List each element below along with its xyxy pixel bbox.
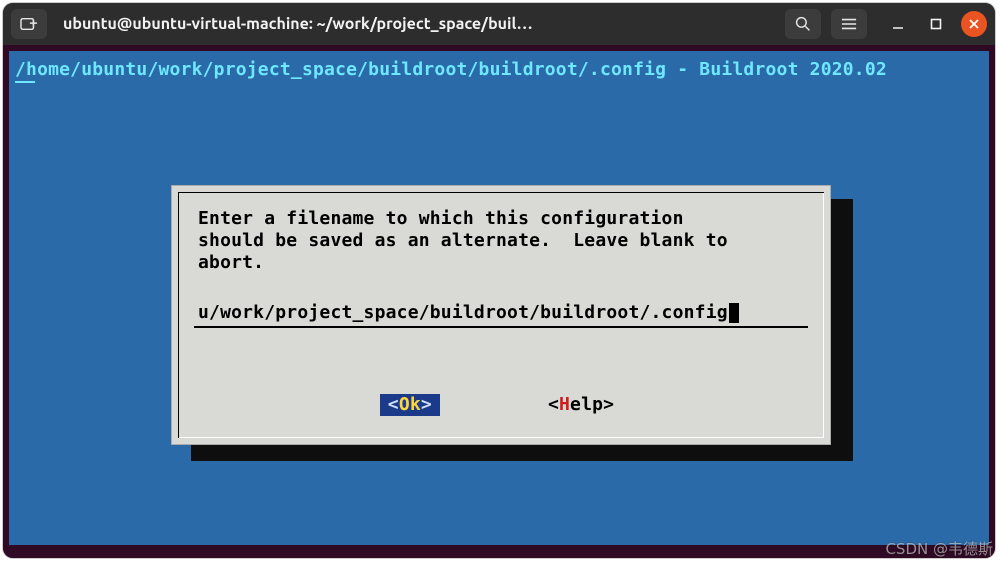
help-hotkey: H	[559, 394, 570, 416]
close-button[interactable]	[961, 11, 987, 37]
ok-bracket-left: <	[388, 394, 399, 416]
help-rest: elp	[570, 394, 603, 416]
window-title: ubuntu@ubuntu-virtual-machine: ~/work/pr…	[57, 15, 775, 33]
minimize-icon	[892, 18, 904, 30]
maximize-icon	[930, 18, 942, 30]
config-path-line: /home/ubuntu/work/project_space/buildroo…	[15, 59, 887, 81]
path-underline	[15, 81, 35, 83]
help-bracket-left: <	[548, 394, 559, 416]
input-underline	[194, 326, 808, 328]
ok-rest: k	[410, 394, 421, 416]
dialog-prompt: Enter a filename to which this configura…	[198, 208, 806, 274]
new-tab-icon	[20, 16, 38, 32]
help-bracket-right: >	[603, 394, 614, 416]
terminal-window: ubuntu@ubuntu-virtual-machine: ~/work/pr…	[3, 3, 995, 558]
menuconfig-screen: /home/ubuntu/work/project_space/buildroo…	[9, 51, 989, 545]
search-icon	[795, 16, 811, 32]
menu-icon	[841, 17, 857, 31]
text-cursor	[729, 303, 739, 323]
ok-button[interactable]: < Ok >	[380, 394, 440, 416]
help-button[interactable]: < Help >	[540, 394, 622, 416]
ok-hotkey: O	[399, 394, 410, 416]
watermark: CSDN @韦德斯	[885, 538, 993, 559]
dialog-buttons: < Ok > < Help >	[172, 394, 830, 416]
maximize-button[interactable]	[923, 11, 949, 37]
save-dialog: Enter a filename to which this configura…	[171, 185, 831, 445]
titlebar: ubuntu@ubuntu-virtual-machine: ~/work/pr…	[3, 3, 995, 45]
filename-input[interactable]: u/work/project_space/buildroot/buildroot…	[198, 302, 806, 324]
new-tab-button[interactable]	[11, 9, 47, 39]
menu-button[interactable]	[831, 9, 867, 39]
close-icon	[968, 18, 980, 30]
terminal-body[interactable]: /home/ubuntu/work/project_space/buildroo…	[3, 45, 995, 558]
search-button[interactable]	[785, 9, 821, 39]
ok-bracket-right: >	[421, 394, 432, 416]
window-controls	[885, 11, 987, 37]
minimize-button[interactable]	[885, 11, 911, 37]
filename-input-value: u/work/project_space/buildroot/buildroot…	[198, 302, 728, 324]
